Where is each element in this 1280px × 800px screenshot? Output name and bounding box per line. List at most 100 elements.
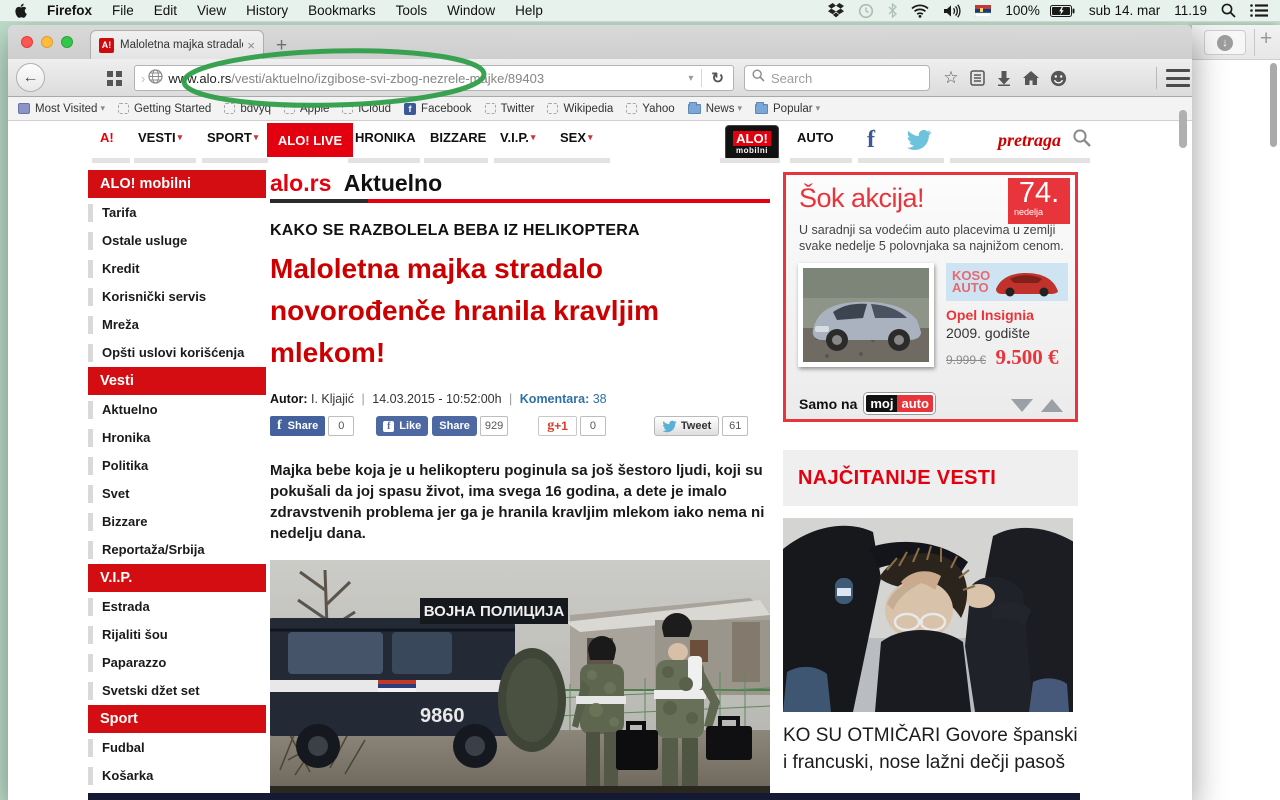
most-read-headline[interactable]: KO SU OTMIČARI Govore španski i francusk… (783, 722, 1078, 776)
mojauto-logo[interactable]: mojauto (864, 393, 935, 414)
site-search[interactable]: pretraga (998, 129, 1091, 152)
bookmark-yahoo[interactable]: Yahoo (626, 103, 674, 115)
wifi-icon[interactable] (904, 4, 936, 18)
ad-banner[interactable]: Šok akcija! 74. nedelja U saradnji sa vo… (783, 172, 1078, 422)
menubar-history[interactable]: History (236, 3, 298, 18)
tab-groups-icon[interactable] (100, 67, 128, 89)
bookmark-most-visited[interactable]: Most Visited▾ (18, 103, 105, 115)
bookmark-facebook[interactable]: fFacebook (404, 103, 472, 115)
bookmarks-menu-icon[interactable] (966, 68, 988, 88)
sidebar-item-opsti-uslovi[interactable]: Opšti uslovi korišćenja (88, 339, 266, 367)
menubar-firefox[interactable]: Firefox (37, 3, 102, 18)
sidebar-item-aktuelno[interactable]: Aktuelno (88, 396, 266, 424)
sitenav-logo-a[interactable]: A! (100, 130, 114, 145)
dropbox-icon[interactable] (821, 3, 851, 18)
sidebar-item-korisnicki-servis[interactable]: Korisnički servis (88, 283, 266, 311)
arrow-down-icon[interactable] (1011, 399, 1033, 412)
sidebar-item-estrada[interactable]: Estrada (88, 593, 266, 621)
window-minimize-button[interactable] (41, 36, 53, 48)
new-tab-button[interactable]: + (270, 35, 293, 57)
url-dropdown-icon[interactable]: ▾ (680, 73, 701, 84)
sitenav-hronika[interactable]: HRONIKA (355, 130, 416, 145)
menubar-tools[interactable]: Tools (386, 3, 438, 18)
menubar-edit[interactable]: Edit (144, 3, 187, 18)
bookmark-folder-news[interactable]: News▾ (688, 103, 742, 115)
bookmark-icloud[interactable]: iCloud (342, 103, 391, 115)
facebook-share-button[interactable]: fShare (270, 416, 325, 436)
comments-count[interactable]: 38 (593, 392, 607, 406)
active-tab[interactable]: A! Maloletna majka stradalo n... × (90, 30, 264, 59)
time-machine-icon[interactable] (851, 3, 881, 19)
facebook-like-button[interactable]: fLike (376, 416, 428, 436)
sitenav-bizzare[interactable]: BIZZARE (430, 130, 486, 145)
bookmark-apple[interactable]: Apple (284, 103, 329, 115)
reload-button[interactable]: ↻ (702, 69, 733, 87)
url-bar[interactable]: › www.alo.rs/vesti/aktuelno/izgibose-svi… (134, 65, 734, 91)
sidebar-item-hronika[interactable]: Hronika (88, 424, 266, 452)
menubar-bookmarks[interactable]: Bookmarks (298, 3, 386, 18)
search-icon[interactable] (1073, 129, 1091, 152)
spotlight-icon[interactable] (1214, 3, 1243, 18)
menubar-view[interactable]: View (187, 3, 236, 18)
sitenav-alo-mobilni-logo[interactable]: ALO! mobilni (725, 125, 779, 161)
site-identity-globe-icon[interactable] (148, 69, 163, 87)
downloads-icon[interactable] (993, 68, 1015, 88)
input-language-flag-icon[interactable] (968, 5, 998, 17)
menu-hamburger-icon[interactable] (1166, 69, 1190, 87)
bookmark-twitter[interactable]: Twitter (485, 103, 535, 115)
notification-center-icon[interactable] (1243, 4, 1280, 17)
most-read-photo[interactable] (783, 518, 1073, 712)
sidebar-item-fudbal[interactable]: Fudbal (88, 734, 266, 762)
bookmark-getting-started[interactable]: Getting Started (118, 103, 211, 115)
sidebar-header-vesti[interactable]: Vesti (88, 367, 266, 395)
sidebar-header-sport[interactable]: Sport (88, 705, 266, 733)
ad-carousel-arrows[interactable] (1011, 399, 1063, 412)
background-window-scrollbar[interactable] (1270, 63, 1277, 147)
bookmark-star-icon[interactable]: ☆ (940, 68, 962, 88)
apple-menu-icon[interactable] (0, 3, 37, 18)
page-scrollbar[interactable] (1179, 110, 1187, 148)
background-download-button[interactable]: ↓ (1204, 30, 1246, 55)
search-bar[interactable]: Search (744, 65, 930, 91)
back-button[interactable]: ← (16, 63, 45, 92)
sidebar-item-kosarka[interactable]: Košarka (88, 762, 266, 790)
facebook-share2-button[interactable]: Share (432, 416, 477, 436)
window-zoom-button[interactable] (61, 36, 73, 48)
breadcrumb-site[interactable]: alo.rs (270, 170, 331, 196)
sidebar-item-rijaliti-sou[interactable]: Rijaliti šou (88, 621, 266, 649)
sitenav-auto[interactable]: AUTO (797, 130, 834, 145)
background-new-tab-button[interactable]: + (1260, 27, 1272, 51)
facebook-icon[interactable]: f (867, 127, 889, 153)
ad-car-photo[interactable] (798, 263, 934, 367)
twitter-icon[interactable] (906, 129, 932, 156)
sitenav-sex[interactable]: SEX▾ (560, 130, 593, 145)
bookmark-wikipedia[interactable]: Wikipedia (547, 103, 613, 115)
menubar-help[interactable]: Help (505, 3, 553, 18)
comments-label[interactable]: Komentara: (520, 392, 589, 406)
sidebar-item-svetski-dzet-set[interactable]: Svetski džet set (88, 677, 266, 705)
url-text[interactable]: www.alo.rs/vesti/aktuelno/izgibose-svi-z… (168, 71, 680, 86)
bluetooth-icon[interactable] (881, 3, 904, 18)
window-close-button[interactable] (21, 36, 33, 48)
breadcrumb-section[interactable]: Aktuelno (344, 170, 442, 196)
sidebar-item-ostale-usluge[interactable]: Ostale usluge (88, 227, 266, 255)
tab-close-icon[interactable]: × (247, 38, 255, 53)
sidebar-header-vip[interactable]: V.I.P. (88, 564, 266, 592)
smiley-extension-icon[interactable] (1047, 68, 1069, 88)
sitenav-vesti[interactable]: VESTI▾ (138, 130, 182, 145)
bookmark-folder-popular[interactable]: Popular▾ (755, 103, 820, 115)
home-icon[interactable] (1020, 68, 1042, 88)
arrow-up-icon[interactable] (1041, 399, 1063, 412)
sitenav-alo-live[interactable]: ALO! LIVE (267, 123, 353, 157)
sidebar-item-politika[interactable]: Politika (88, 452, 266, 480)
sidebar-item-kredit[interactable]: Kredit (88, 255, 266, 283)
menubar-window[interactable]: Window (437, 3, 505, 18)
tweet-button[interactable]: Tweet (654, 416, 719, 436)
sidebar-item-tarifa[interactable]: Tarifa (88, 199, 266, 227)
sidebar-item-svet[interactable]: Svet (88, 480, 266, 508)
sitenav-vip[interactable]: V.I.P.▾ (500, 130, 535, 145)
menubar-clock[interactable]: 11.19 (1167, 3, 1214, 18)
menubar-file[interactable]: File (102, 3, 144, 18)
sidebar-item-paparazzo[interactable]: Paparazzo (88, 649, 266, 677)
volume-icon[interactable] (936, 4, 968, 18)
